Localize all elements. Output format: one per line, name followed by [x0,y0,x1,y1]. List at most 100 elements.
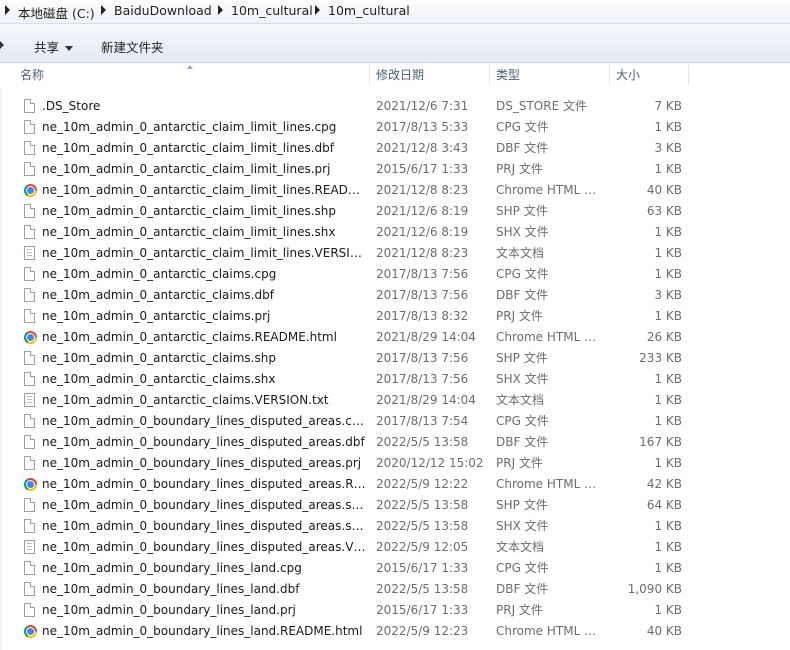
file-size: 1 KB [654,561,682,575]
file-name: ne_10m_admin_0_antarctic_claim_limit_lin… [42,162,331,176]
file-row[interactable]: ne_10m_admin_0_antarctic_claim_limit_lin… [0,180,790,201]
column-divider[interactable] [688,65,689,85]
file-size: 7 KB [654,99,682,113]
file-row[interactable]: ne_10m_admin_0_antarctic_claims.shx 2017/… [0,369,790,390]
column-divider[interactable] [489,65,490,85]
file-name: ne_10m_admin_0_antarctic_claims.VERSION.… [42,393,329,407]
file-row[interactable]: ne_10m_admin_0_boundary_lines_land.READM… [0,621,790,642]
file-row[interactable]: ne_10m_admin_0_antarctic_claims.shp 2017/… [0,348,790,369]
file-size: 1 KB [654,519,682,533]
file-date: 2022/5/9 12:05 [376,540,469,554]
column-size[interactable]: 大小 [616,63,640,87]
file-row[interactable]: ne_10m_admin_0_antarctic_claim_limit_lin… [0,222,790,243]
file-size: 1 KB [654,162,682,176]
file-icon [24,225,35,239]
file-row[interactable]: ne_10m_admin_0_antarctic_claims.README.h… [0,327,790,348]
file-icon [24,582,35,596]
file-row[interactable]: ne_10m_admin_0_antarctic_claim_limit_lin… [0,159,790,180]
file-size: 1 KB [654,393,682,407]
file-row[interactable]: ne_10m_admin_0_antarctic_claim_limit_lin… [0,117,790,138]
file-date: 2021/12/8 8:23 [376,246,469,260]
file-name: ne_10m_admin_0_antarctic_claim_limit_lin… [42,120,337,134]
file-row[interactable]: ne_10m_admin_0_antarctic_claim_limit_lin… [0,243,790,264]
chevron-right-icon[interactable] [101,5,106,15]
chevron-right-icon[interactable] [5,5,10,15]
file-type: DBF 文件 [496,435,549,449]
file-size: 1 KB [654,246,682,260]
breadcrumb-10m-cultural-current[interactable]: 10m_cultural [328,3,410,18]
file-date: 2022/5/5 13:58 [376,582,469,596]
file-size: 1 KB [654,120,682,134]
file-type: CPG 文件 [496,267,549,281]
file-row[interactable]: ne_10m_admin_0_antarctic_claims.cpg 2017/… [0,264,790,285]
file-size: 1 KB [654,309,682,323]
breadcrumb-baidudownload[interactable]: BaiduDownload [114,3,212,18]
file-row[interactable]: ne_10m_admin_0_boundary_lines_disputed_a… [0,495,790,516]
file-row[interactable]: ne_10m_admin_0_boundary_lines_disputed_a… [0,537,790,558]
file-row[interactable]: ne_10m_admin_0_boundary_lines_land.cpg 20… [0,558,790,579]
file-row[interactable]: ne_10m_admin_0_boundary_lines_disputed_a… [0,474,790,495]
file-type: DBF 文件 [496,141,549,155]
file-row[interactable]: ne_10m_admin_0_antarctic_claim_limit_lin… [0,138,790,159]
file-type: SHP 文件 [496,204,548,218]
file-row[interactable]: .DS_Store 2021/12/6 7:31 DS_STORE 文件 7 KB [0,96,790,117]
file-type: DBF 文件 [496,288,549,302]
file-row[interactable]: ne_10m_admin_0_antarctic_claim_limit_lin… [0,201,790,222]
column-divider[interactable] [609,65,610,85]
chevron-right-icon[interactable] [315,5,320,15]
toolbar-overflow-icon[interactable] [0,41,4,49]
column-divider[interactable] [369,65,370,85]
address-bar[interactable]: 本地磁盘 (C:) BaiduDownload 10m_cultural 10m… [0,0,790,24]
file-type: SHX 文件 [496,519,549,533]
file-name: ne_10m_admin_0_boundary_lines_disputed_a… [42,540,366,554]
file-type: CPG 文件 [496,120,549,134]
file-name: ne_10m_admin_0_boundary_lines_land.cpg [42,561,302,575]
file-date: 2021/12/6 8:19 [376,225,469,239]
column-type[interactable]: 类型 [496,63,520,87]
file-row[interactable]: ne_10m_admin_0_antarctic_claims.dbf 2017/… [0,285,790,306]
chrome-icon [24,478,37,491]
breadcrumb-drive[interactable]: 本地磁盘 (C:) [18,3,95,22]
file-row[interactable]: ne_10m_admin_0_boundary_lines_disputed_a… [0,411,790,432]
chrome-icon [24,331,37,344]
file-row[interactable]: ne_10m_admin_0_antarctic_claims.prj 2017/… [0,306,790,327]
file-row[interactable]: ne_10m_admin_0_boundary_lines_disputed_a… [0,516,790,537]
file-type: Chrome HTML D... [496,624,604,638]
file-type: 文本文档 [496,393,545,407]
file-row[interactable]: ne_10m_admin_0_boundary_lines_land.prj 20… [0,600,790,621]
file-row[interactable]: ne_10m_admin_0_boundary_lines_land.dbf 20… [0,579,790,600]
file-name: ne_10m_admin_0_boundary_lines_disputed_a… [42,498,366,512]
column-date[interactable]: 修改日期 [376,63,424,87]
file-type: SHX 文件 [496,372,549,386]
file-icon [24,204,35,218]
chevron-right-icon[interactable] [218,5,223,15]
file-row[interactable]: ne_10m_admin_0_boundary_lines_disputed_a… [0,453,790,474]
file-icon [24,372,35,386]
file-icon [24,561,35,575]
file-name: ne_10m_admin_0_antarctic_claim_limit_lin… [42,183,366,197]
file-icon [24,120,35,134]
file-row[interactable]: ne_10m_admin_0_boundary_lines_disputed_a… [0,432,790,453]
file-name: .DS_Store [42,99,101,113]
file-icon [24,351,35,365]
file-icon [24,141,35,155]
file-type: PRJ 文件 [496,603,543,617]
file-name: ne_10m_admin_0_antarctic_claim_limit_lin… [42,246,366,260]
file-icon [24,267,35,281]
file-type: DBF 文件 [496,582,549,596]
file-row[interactable]: ne_10m_admin_0_antarctic_claims.VERSION.… [0,390,790,411]
file-date: 2021/8/29 14:04 [376,330,476,344]
file-type: SHP 文件 [496,351,548,365]
file-size: 63 KB [646,204,682,218]
file-date: 2017/8/13 7:56 [376,267,469,281]
file-date: 2017/8/13 8:32 [376,309,469,323]
breadcrumb-10m-cultural[interactable]: 10m_cultural [231,3,313,18]
file-size: 1 KB [654,414,682,428]
file-name: ne_10m_admin_0_boundary_lines_disputed_a… [42,456,362,470]
file-date: 2017/8/13 7:56 [376,351,469,365]
share-button[interactable]: 共享 [34,37,74,56]
file-icon [24,162,35,176]
column-name[interactable]: 名称 [20,63,44,87]
file-name: ne_10m_admin_0_antarctic_claims.shp [42,351,276,365]
new-folder-button[interactable]: 新建文件夹 [101,37,164,56]
